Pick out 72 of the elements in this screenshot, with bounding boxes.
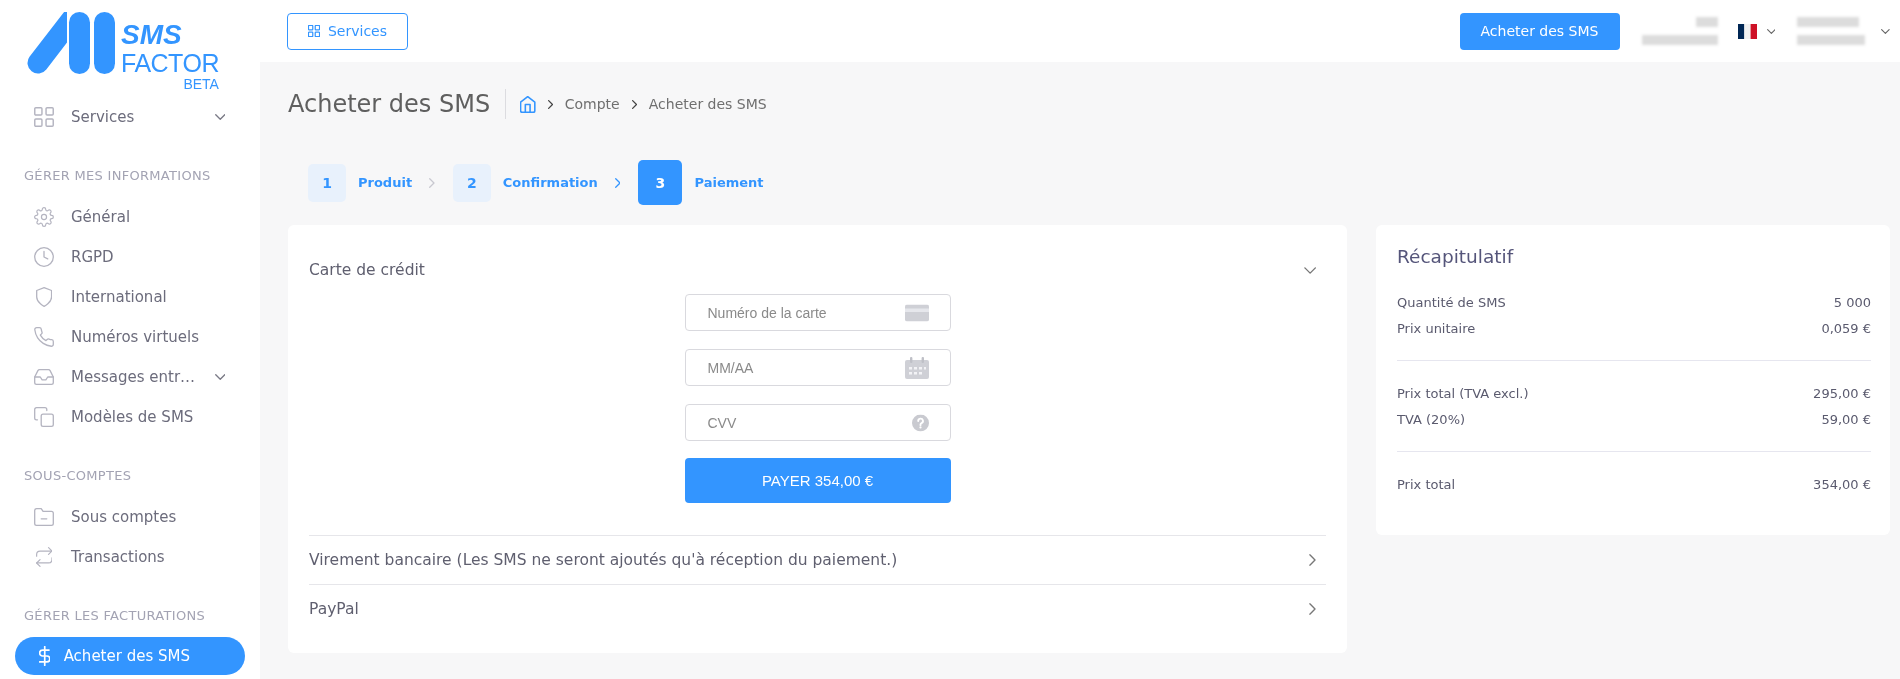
step-number: 3 (638, 160, 683, 205)
sidebar-item[interactable]: Numéros virtuels (24, 317, 236, 357)
redacted-text (1797, 17, 1860, 27)
summary-value: 295,00 € (1813, 385, 1871, 401)
summary-label: TVA (20%) (1397, 411, 1466, 427)
folder-icon (34, 507, 54, 527)
summary-value: 0,059 € (1821, 320, 1871, 336)
card-number-field[interactable]: Numéro de la carte (684, 294, 951, 331)
step-label: Produit (358, 175, 413, 190)
sidebar-item[interactable]: Services (24, 97, 236, 137)
beta-label: BETA (183, 76, 219, 92)
payment-method-toggle[interactable]: PayPal (309, 585, 1326, 633)
grid-icon (34, 107, 54, 127)
logo-wordmark: FACTOR (121, 50, 219, 76)
buy-sms-button[interactable]: Acheter des SMS (15, 637, 245, 675)
summary-value: 59,00 € (1821, 411, 1871, 427)
breadcrumb-link[interactable]: Compte (564, 96, 620, 112)
logo-wordmark: SMS (121, 21, 182, 48)
step-number: 1 (308, 163, 346, 202)
services-button[interactable]: Services (287, 12, 408, 50)
phone-icon (34, 327, 54, 347)
redacted-text (1695, 17, 1718, 27)
summary-label: Prix total (1397, 476, 1456, 492)
breadcrumb-current: Acheter des SMS (648, 96, 767, 112)
cvv-field[interactable]: CVV (684, 404, 951, 441)
step-label: Confirmation (502, 175, 598, 190)
sidebar-item[interactable]: Modèles de SMS (24, 397, 236, 437)
sidebar-item[interactable]: International (24, 277, 236, 317)
gear-icon (34, 207, 54, 227)
grid-icon (307, 25, 320, 37)
chevron-right-icon (547, 99, 553, 109)
sidebar-item[interactable]: Général (24, 197, 236, 237)
chevron-right-icon (631, 99, 637, 109)
help-icon (911, 414, 929, 431)
flag-icon[interactable] (1737, 23, 1757, 39)
sidebar-item[interactable]: Transactions (24, 537, 236, 577)
summary-value: 354,00 € (1813, 476, 1871, 492)
redacted-text (1797, 35, 1866, 45)
section-heading: SOUS-COMPTES (24, 468, 133, 484)
shield-icon (35, 287, 53, 307)
expiry-date-field[interactable]: MM/AA (684, 349, 951, 386)
step-label: Paiement (694, 175, 764, 190)
summary-title: Récapitulatif (1397, 245, 1515, 269)
summary-value: 5 000 (1833, 294, 1871, 310)
payment-method-toggle[interactable]: Carte de crédit (309, 246, 1326, 294)
arrows-icon (35, 547, 53, 567)
chevron-right-icon (1309, 554, 1316, 566)
summary-label: Prix unitaire (1397, 320, 1476, 336)
payment-method-toggle[interactable]: Virement bancaire (Les SMS ne seront ajoutés qu'à réception du paiement.) (309, 536, 1326, 584)
home-icon[interactable] (520, 95, 536, 113)
pay-button[interactable]: PAYER 354,00 € (684, 458, 951, 503)
chevron-down-icon[interactable] (1766, 28, 1776, 34)
chevron-right-icon (1309, 603, 1316, 615)
logo-icon (27, 12, 115, 74)
copy-icon (34, 407, 54, 427)
sidebar-item[interactable]: Sous comptes (24, 497, 236, 537)
summary-label: Quantité de SMS (1397, 294, 1506, 310)
chevron-down-icon[interactable] (1881, 28, 1890, 34)
chevron-down-icon (1303, 266, 1316, 274)
buy-sms-button[interactable]: Acheter des SMS (1459, 12, 1620, 50)
inbox-icon (34, 367, 54, 387)
sidebar-item[interactable]: Messages entr… (24, 357, 236, 397)
chevron-right-icon (429, 177, 435, 188)
page-title: Acheter des SMS (288, 89, 491, 120)
step-number: 2 (452, 163, 491, 202)
chevron-right-icon (614, 177, 621, 188)
sidebar-item[interactable]: RGPD (24, 237, 236, 277)
dollar-icon (39, 646, 50, 666)
section-heading: GÉRER MES INFORMATIONS (24, 168, 212, 184)
summary-label: Prix total (TVA excl.) (1397, 385, 1529, 401)
clock-icon (34, 247, 54, 267)
section-heading: GÉRER LES FACTURATIONS (24, 608, 206, 624)
